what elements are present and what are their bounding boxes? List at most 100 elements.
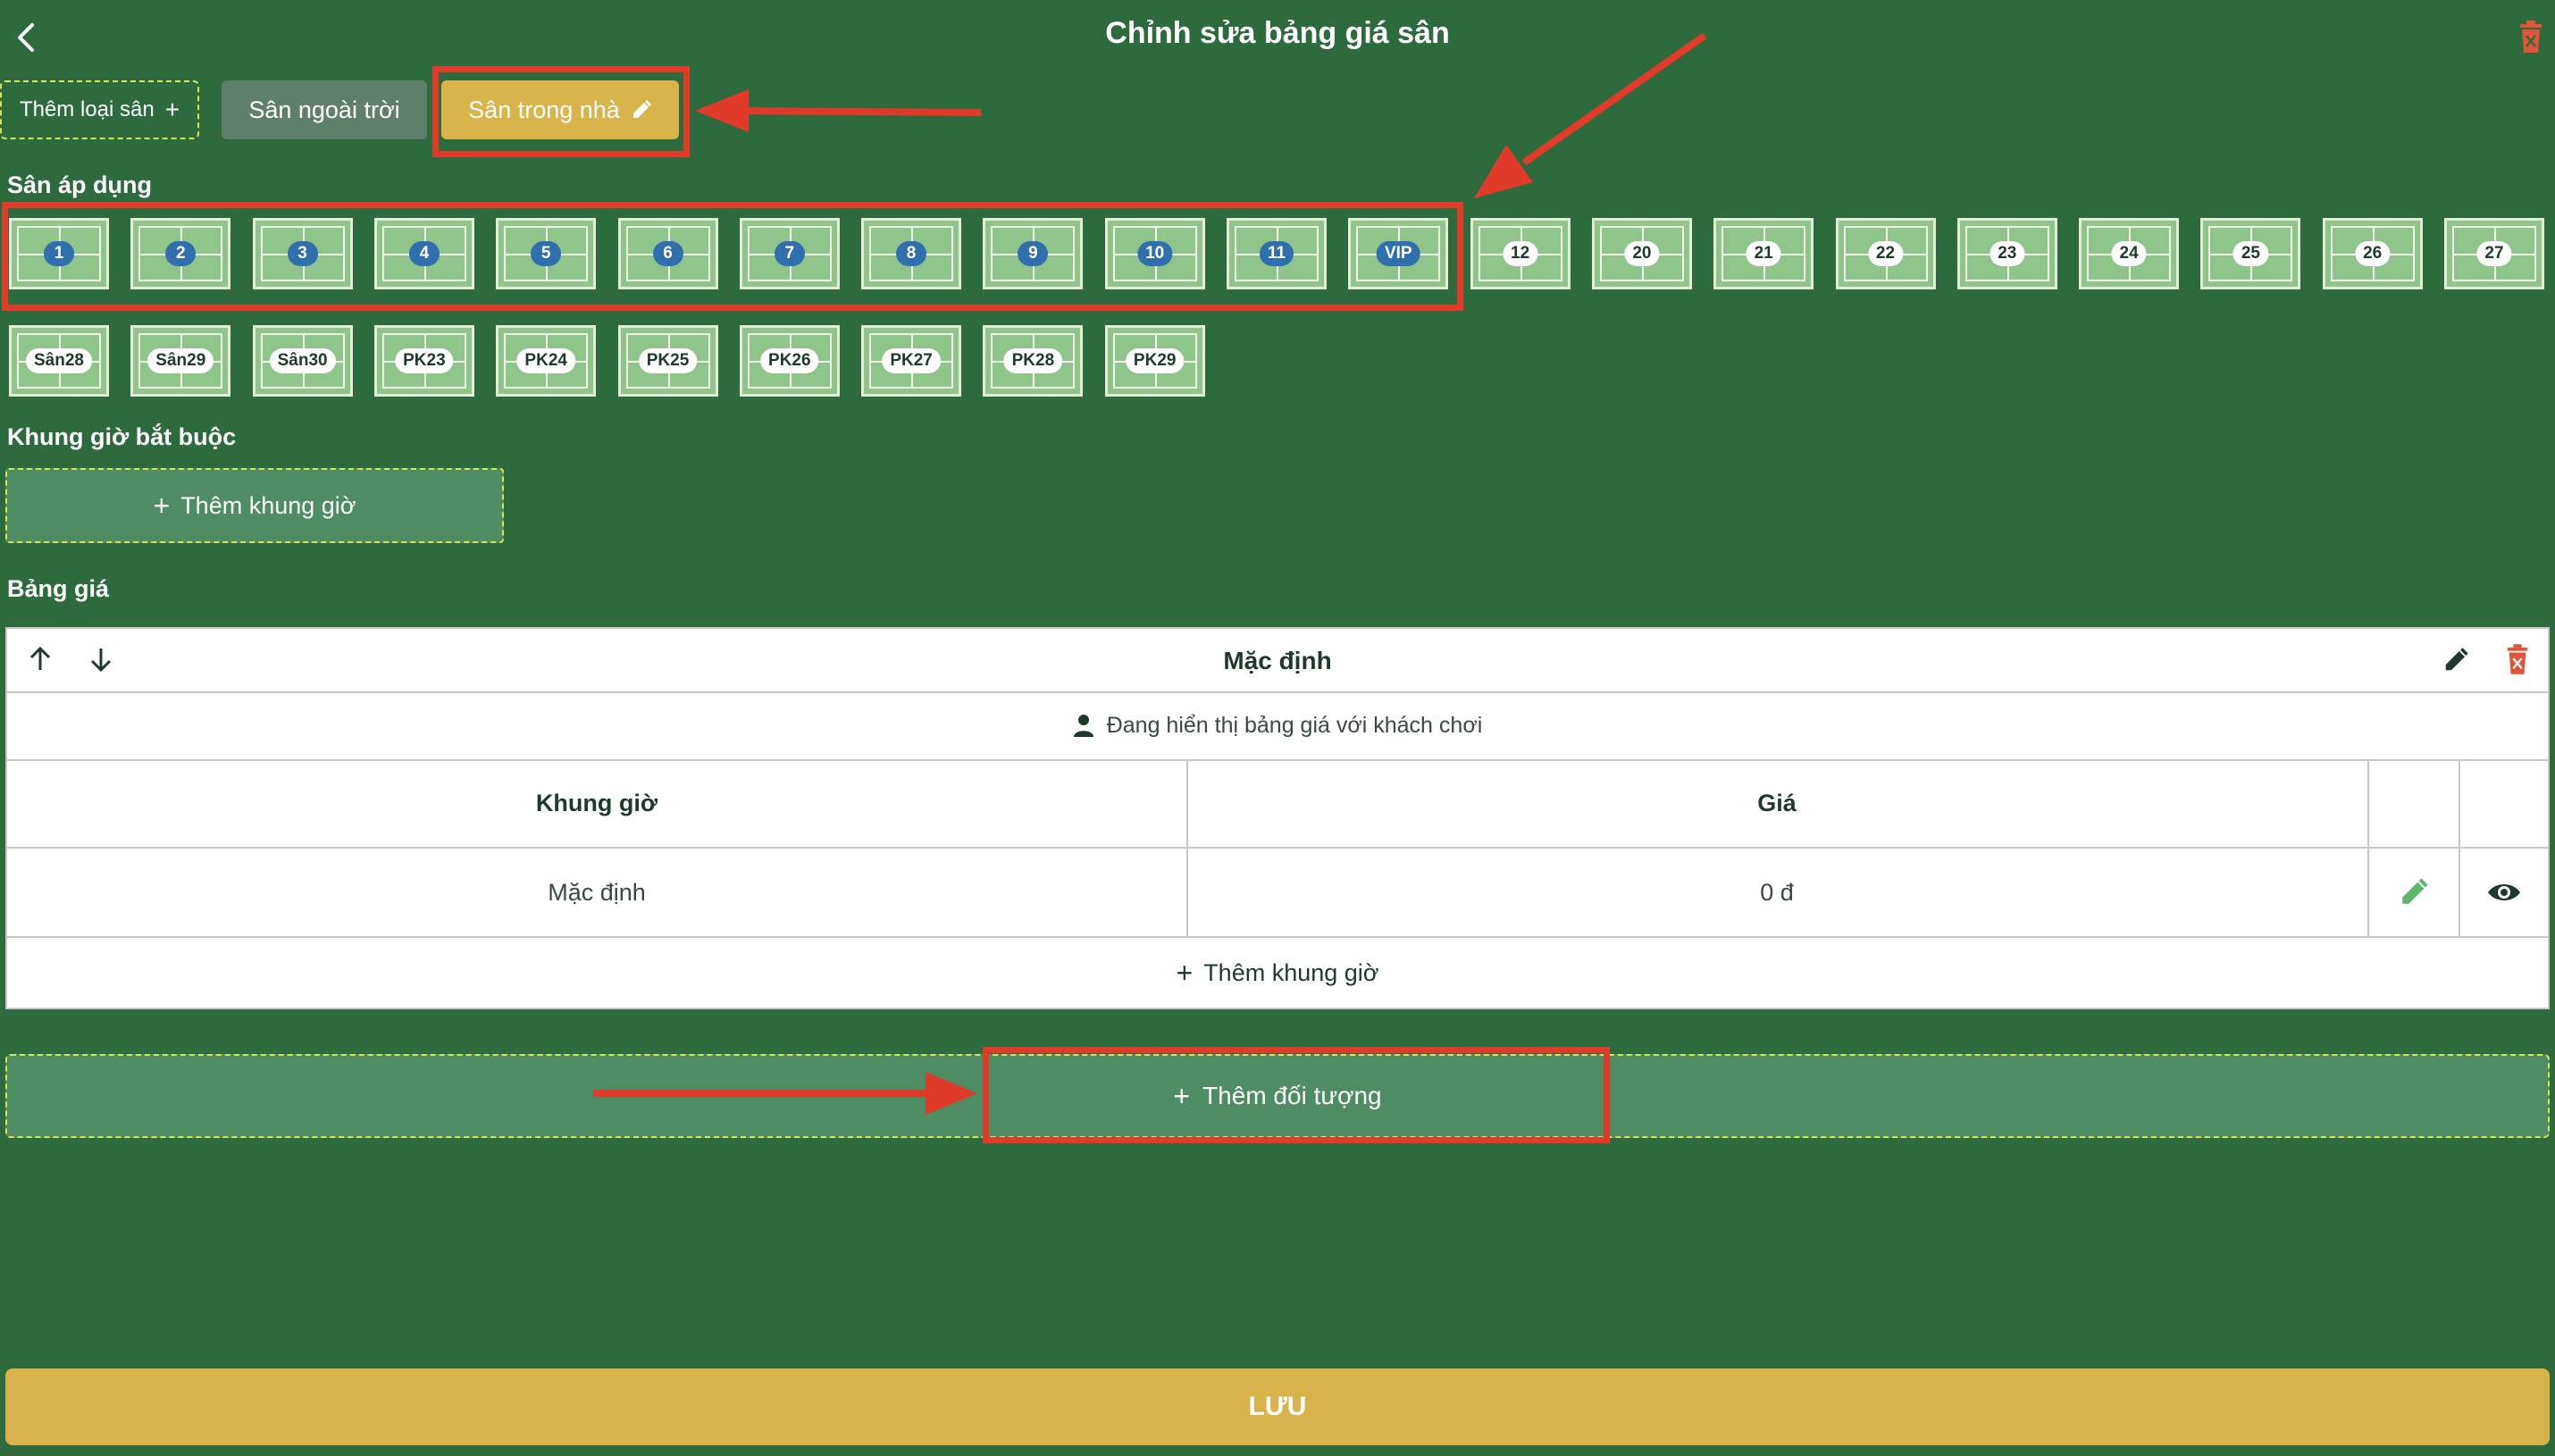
delete-price-table-button[interactable] — [2505, 643, 2530, 680]
court-tile[interactable]: PK29 — [1104, 325, 1205, 397]
court-tile[interactable]: 26 — [2322, 218, 2423, 289]
court-label: PK27 — [882, 348, 941, 373]
arrow-to-courts — [1521, 32, 1707, 166]
court-tile[interactable]: 24 — [2079, 218, 2180, 289]
court-label: 22 — [1867, 241, 1904, 266]
court-tile[interactable]: 2 — [130, 218, 231, 289]
court-label: VIP — [1376, 241, 1420, 266]
court-tile[interactable]: 10 — [1104, 218, 1205, 289]
column-header-edit — [2369, 759, 2459, 849]
delete-button[interactable] — [2517, 20, 2544, 54]
required-slots-label: Khung giờ bắt buộc — [7, 423, 237, 450]
price-table-panel: Mặc định Đang hiển thị bảng giá với khác… — [5, 627, 2550, 1009]
row-price-cell: 0 đ — [1186, 849, 2367, 938]
court-label: 10 — [1137, 241, 1173, 266]
court-tile[interactable]: Sân28 — [9, 325, 109, 397]
court-label: 4 — [408, 241, 440, 266]
eye-icon — [2488, 884, 2520, 900]
tab-outdoor[interactable]: Sân ngoài trời — [222, 80, 427, 139]
court-label: 20 — [1624, 241, 1660, 266]
court-label: 6 — [652, 241, 683, 266]
court-tile[interactable]: 21 — [1713, 218, 1814, 289]
add-court-type-button[interactable]: Thêm loại sân + — [0, 80, 199, 139]
court-tile[interactable]: 4 — [373, 218, 474, 289]
court-tile[interactable]: 1 — [9, 218, 109, 289]
court-label: Sân30 — [269, 348, 336, 373]
court-label: 23 — [1990, 241, 2025, 266]
court-label: 8 — [896, 241, 927, 266]
add-required-slot-button[interactable]: + Thêm khung giờ — [5, 468, 504, 543]
court-label: PK25 — [638, 348, 698, 373]
person-icon — [1073, 715, 1093, 737]
column-header-time: Khung giờ — [7, 759, 1186, 849]
court-tile[interactable]: VIP — [1348, 218, 1449, 289]
courts-section-label: Sân áp dụng — [7, 172, 152, 198]
court-tile[interactable]: Sân29 — [130, 325, 231, 397]
court-label: PK24 — [516, 348, 575, 373]
court-tile[interactable]: PK26 — [739, 325, 840, 397]
add-court-type-label: Thêm loại sân — [19, 97, 155, 121]
trash-icon — [2520, 21, 2542, 53]
court-tile[interactable]: Sân30 — [252, 325, 353, 397]
add-required-slot-label: Thêm khung giờ — [180, 491, 356, 519]
edit-row-button[interactable] — [2369, 849, 2459, 938]
court-label: 5 — [531, 241, 562, 266]
court-tile[interactable]: 6 — [617, 218, 718, 289]
edit-price-table-button[interactable] — [2442, 647, 2469, 678]
price-table-label: Bảng giá — [7, 575, 110, 602]
visibility-text: Đang hiển thị bảng giá với khách chơi — [1106, 712, 1483, 738]
court-label: 9 — [1018, 241, 1049, 266]
page-title: Chỉnh sửa bảng giá sân — [1105, 16, 1450, 50]
add-object-content: + Thêm đối tượng — [7, 1056, 2548, 1136]
court-tile[interactable]: 25 — [2200, 218, 2301, 289]
tab-indoor-label: Sân trong nhà — [468, 96, 620, 123]
price-table-header: Mặc định — [7, 629, 2548, 693]
court-tile[interactable]: 23 — [1956, 218, 2057, 289]
tab-indoor[interactable]: Sân trong nhà — [441, 80, 679, 139]
column-header-price: Giá — [1186, 759, 2367, 849]
court-tile[interactable]: PK27 — [861, 325, 962, 397]
court-label: 3 — [287, 241, 318, 266]
court-tile[interactable]: 9 — [983, 218, 1084, 289]
pencil-icon — [632, 100, 651, 118]
row-time-cell: Mặc định — [7, 849, 1186, 938]
column-divider — [1186, 759, 1188, 938]
court-tile[interactable]: 11 — [1227, 218, 1327, 289]
tab-outdoor-label: Sân ngoài trời — [248, 96, 400, 123]
add-price-slot-label: Thêm khung giờ — [1203, 958, 1379, 986]
court-label: PK23 — [395, 348, 454, 373]
court-tile[interactable]: 20 — [1591, 218, 1692, 289]
court-tile[interactable]: PK23 — [373, 325, 474, 397]
arrow-to-indoor-tab — [741, 107, 982, 116]
court-tile[interactable]: 12 — [1470, 218, 1571, 289]
court-label: 21 — [1746, 241, 1781, 266]
court-label: PK28 — [1003, 348, 1063, 373]
price-table-title: Mặc định — [1223, 647, 1332, 674]
court-tile[interactable]: 5 — [496, 218, 597, 289]
add-object-button[interactable]: + Thêm đối tượng — [5, 1054, 2550, 1138]
court-label: 27 — [2476, 241, 2512, 266]
add-price-slot-button[interactable]: + Thêm khung giờ — [7, 938, 2548, 1008]
pencil-icon — [2445, 648, 2468, 671]
court-label: 24 — [2111, 241, 2147, 266]
court-tile[interactable]: 22 — [1835, 218, 1936, 289]
plus-icon: + — [153, 489, 171, 522]
court-tile[interactable]: 7 — [739, 218, 840, 289]
pencil-icon — [2402, 878, 2428, 904]
court-tile[interactable]: 3 — [252, 218, 353, 289]
court-label: Sân29 — [147, 348, 214, 373]
court-tile[interactable]: 8 — [861, 218, 962, 289]
court-tile[interactable]: PK25 — [617, 325, 718, 397]
plus-icon: + — [1173, 1079, 1191, 1112]
court-tile[interactable]: PK24 — [496, 325, 597, 397]
arrowhead — [695, 89, 749, 132]
court-tile[interactable]: PK28 — [983, 325, 1084, 397]
visibility-notice: Đang hiển thị bảng giá với khách chơi — [7, 691, 2548, 761]
view-row-button[interactable] — [2460, 849, 2548, 938]
save-button[interactable]: LƯU — [5, 1368, 2550, 1445]
court-label: 12 — [1503, 241, 1538, 266]
court-tile[interactable]: 27 — [2444, 218, 2544, 289]
court-label: 25 — [2232, 241, 2268, 266]
add-object-label: Thêm đối tượng — [1202, 1082, 1382, 1109]
court-label: PK26 — [760, 348, 819, 373]
